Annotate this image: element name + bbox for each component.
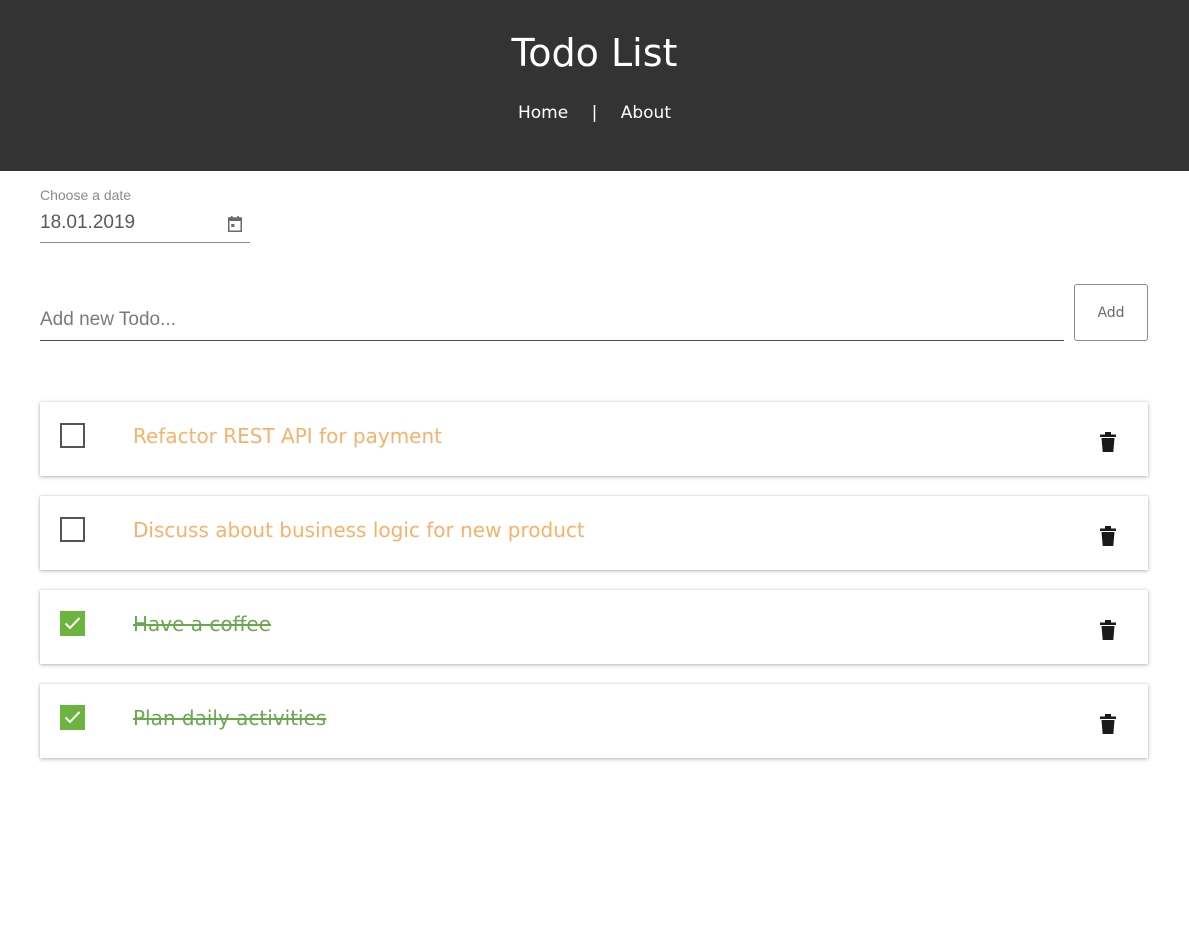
trash-icon[interactable] (1100, 432, 1116, 452)
trash-icon[interactable] (1100, 526, 1116, 546)
todo-checkbox[interactable] (60, 611, 85, 636)
nav-link-about[interactable]: About (621, 103, 671, 123)
trash-icon[interactable] (1100, 714, 1116, 734)
nav-separator: | (591, 103, 598, 123)
todo-checkbox[interactable] (60, 423, 85, 448)
todo-list: Refactor REST API for payment Discuss abo… (40, 402, 1148, 778)
date-picker-value[interactable]: 18.01.2019 (40, 212, 135, 234)
todo-text: Have a coffee (133, 612, 272, 636)
todo-text: Refactor REST API for payment (133, 424, 443, 448)
todo-checkbox[interactable] (60, 705, 85, 730)
main-nav: Home | About (0, 102, 1189, 124)
new-todo-input[interactable] (40, 304, 1064, 336)
todo-checkbox[interactable] (60, 517, 85, 542)
todo-item: Refactor REST API for payment (40, 402, 1148, 476)
date-picker-label: Choose a date (40, 187, 132, 203)
todo-item: Have a coffee (40, 590, 1148, 664)
todo-item: Discuss about business logic for new pro… (40, 496, 1148, 570)
page-title: Todo List (511, 31, 678, 75)
todo-item: Plan daily activities (40, 684, 1148, 758)
new-todo-field (40, 300, 1064, 341)
todo-text: Plan daily activities (133, 706, 327, 730)
app-header: Todo List Home | About (0, 0, 1189, 171)
add-todo-button[interactable]: Add (1074, 284, 1148, 341)
check-icon (64, 617, 81, 630)
trash-icon[interactable] (1100, 620, 1116, 640)
nav-link-home[interactable]: Home (518, 103, 568, 123)
date-picker[interactable]: Choose a date 18.01.2019 (40, 186, 250, 243)
calendar-icon[interactable] (228, 216, 242, 232)
todo-text: Discuss about business logic for new pro… (133, 518, 585, 542)
check-icon (64, 711, 81, 724)
